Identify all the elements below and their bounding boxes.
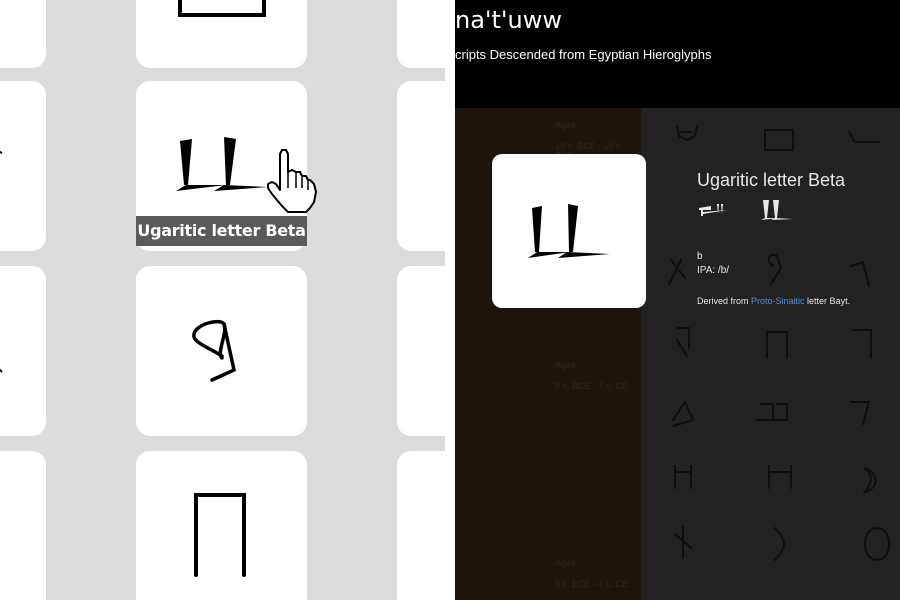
glyph-tooltip: Ugaritic letter Beta: [136, 216, 307, 246]
glyph-card[interactable]: [397, 451, 445, 600]
glyph-card[interactable]: [0, 266, 46, 436]
ugaritic-beta-glyph: [528, 204, 610, 258]
glyph-card[interactable]: [0, 451, 46, 600]
variant-glyph: [699, 206, 711, 210]
glyph-card[interactable]: [397, 0, 445, 68]
panel-divider: [445, 0, 455, 600]
page-title: na't'uww: [455, 6, 562, 34]
glyph-card[interactable]: [397, 81, 445, 251]
script-page: na't'uww cripts Descended from Egyptian …: [455, 0, 900, 600]
ipa-value: IPA: /b/: [697, 265, 730, 276]
glyph-card[interactable]: [136, 0, 307, 68]
derivation-text: Derived from Proto-Sinaitic letter Bayt.: [697, 296, 850, 306]
bet-glyph: [192, 319, 237, 382]
glyph-name: Ugaritic letter Beta: [697, 170, 846, 190]
glyph-card[interactable]: [136, 451, 307, 600]
glyph-card[interactable]: [0, 81, 46, 251]
variant-glyph: [703, 210, 727, 214]
glyph-variants: [699, 200, 793, 220]
proto-sinaitic-link[interactable]: Proto-Sinaitic: [751, 296, 805, 306]
pi-glyph: [194, 493, 246, 577]
hand-pointer-icon: [267, 149, 317, 213]
variant-glyph: [717, 204, 719, 214]
variant-glyph: [763, 200, 769, 218]
derived-suffix: letter Bayt.: [804, 296, 851, 306]
glyph-card[interactable]: [136, 266, 307, 436]
variant-glyph: [773, 200, 779, 218]
zoomed-view: Ugaritic letter Beta: [0, 0, 445, 600]
page-header: na't'uww cripts Descended from Egyptian …: [455, 0, 900, 108]
glyph-card[interactable]: [397, 266, 445, 436]
derived-prefix: Derived from: [697, 296, 752, 306]
variant-glyph: [721, 204, 723, 214]
detail-glyph-card: [492, 154, 646, 308]
latin-transliteration: b: [697, 251, 703, 262]
variant-glyph: [701, 209, 703, 216]
glyph-card[interactable]: [0, 0, 46, 68]
page-subtitle: cripts Descended from Egyptian Hieroglyp…: [455, 47, 712, 62]
